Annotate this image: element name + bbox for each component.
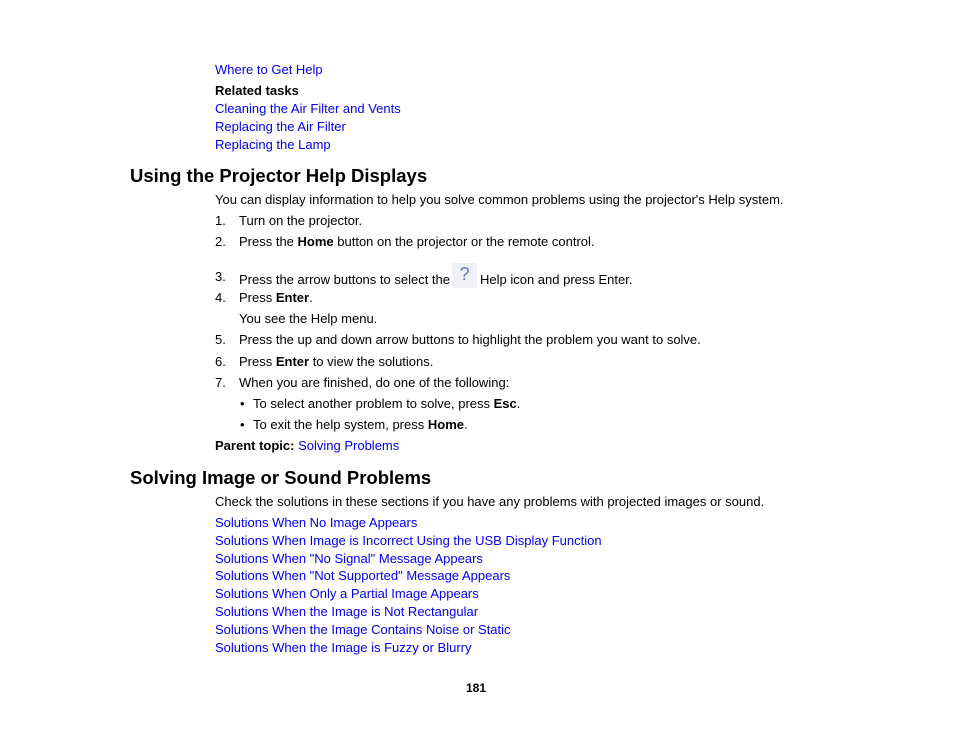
step-note: You see the Help menu. (239, 311, 378, 326)
page-number: 181 (466, 681, 487, 695)
link-replacing-air-filter[interactable]: Replacing the Air Filter (215, 119, 346, 135)
related-tasks-label: Related tasks (215, 83, 299, 98)
step-text: Press the up and down arrow buttons to h… (239, 332, 701, 347)
section2-intro: Check the solutions in these sections if… (215, 494, 765, 509)
key-home: Home (297, 234, 334, 249)
bullet-icon: • (240, 417, 245, 432)
link-no-image[interactable]: Solutions When No Image Appears (215, 515, 417, 531)
link-where-to-get-help[interactable]: Where to Get Help (215, 62, 323, 78)
link-not-supported[interactable]: Solutions When "Not Supported" Message A… (215, 568, 510, 584)
step-text: Press Enter to view the solutions. (239, 354, 434, 369)
step-number: 5. (215, 332, 226, 347)
key-enter: Enter (275, 354, 310, 369)
step-text: When you are finished, do one of the fol… (239, 375, 510, 390)
bullet-text: To select another problem to solve, pres… (253, 396, 521, 411)
bullet-icon: • (240, 396, 245, 411)
link-cleaning-air-filter[interactable]: Cleaning the Air Filter and Vents (215, 101, 401, 117)
step-number: 6. (215, 354, 226, 369)
link-not-rectangular[interactable]: Solutions When the Image is Not Rectangu… (215, 604, 478, 620)
link-no-signal[interactable]: Solutions When "No Signal" Message Appea… (215, 551, 483, 567)
parent-topic: Parent topic: Solving Problems (215, 438, 399, 454)
bullet-text: To exit the help system, press Home. (253, 417, 468, 432)
section1-intro: You can display information to help you … (215, 192, 784, 207)
key-home: Home (427, 417, 464, 432)
link-usb-display[interactable]: Solutions When Image is Incorrect Using … (215, 533, 602, 549)
step-number: 7. (215, 375, 226, 390)
link-partial-image[interactable]: Solutions When Only a Partial Image Appe… (215, 586, 479, 602)
help-question-icon: ? (452, 263, 477, 288)
section-title-help-displays: Using the Projector Help Displays (130, 165, 428, 186)
step-number: 4. (215, 290, 226, 305)
step-text: Press Enter. (239, 290, 313, 305)
step-number: 1. (215, 213, 226, 228)
link-noise-static[interactable]: Solutions When the Image Contains Noise … (215, 622, 511, 638)
step-text: Turn on the projector. (239, 213, 363, 228)
step-text: Press the Home button on the projector o… (239, 234, 595, 249)
key-esc: Esc (493, 396, 517, 411)
key-enter: Enter (275, 290, 310, 305)
link-replacing-lamp[interactable]: Replacing the Lamp (215, 137, 331, 153)
section-title-image-sound-problems: Solving Image or Sound Problems (130, 467, 432, 488)
step-number: 3. (215, 269, 226, 284)
parent-topic-label: Parent topic: (215, 438, 295, 453)
link-solving-problems[interactable]: Solving Problems (298, 438, 399, 453)
step-number: 2. (215, 234, 226, 249)
link-fuzzy-blurry[interactable]: Solutions When the Image is Fuzzy or Blu… (215, 640, 472, 656)
